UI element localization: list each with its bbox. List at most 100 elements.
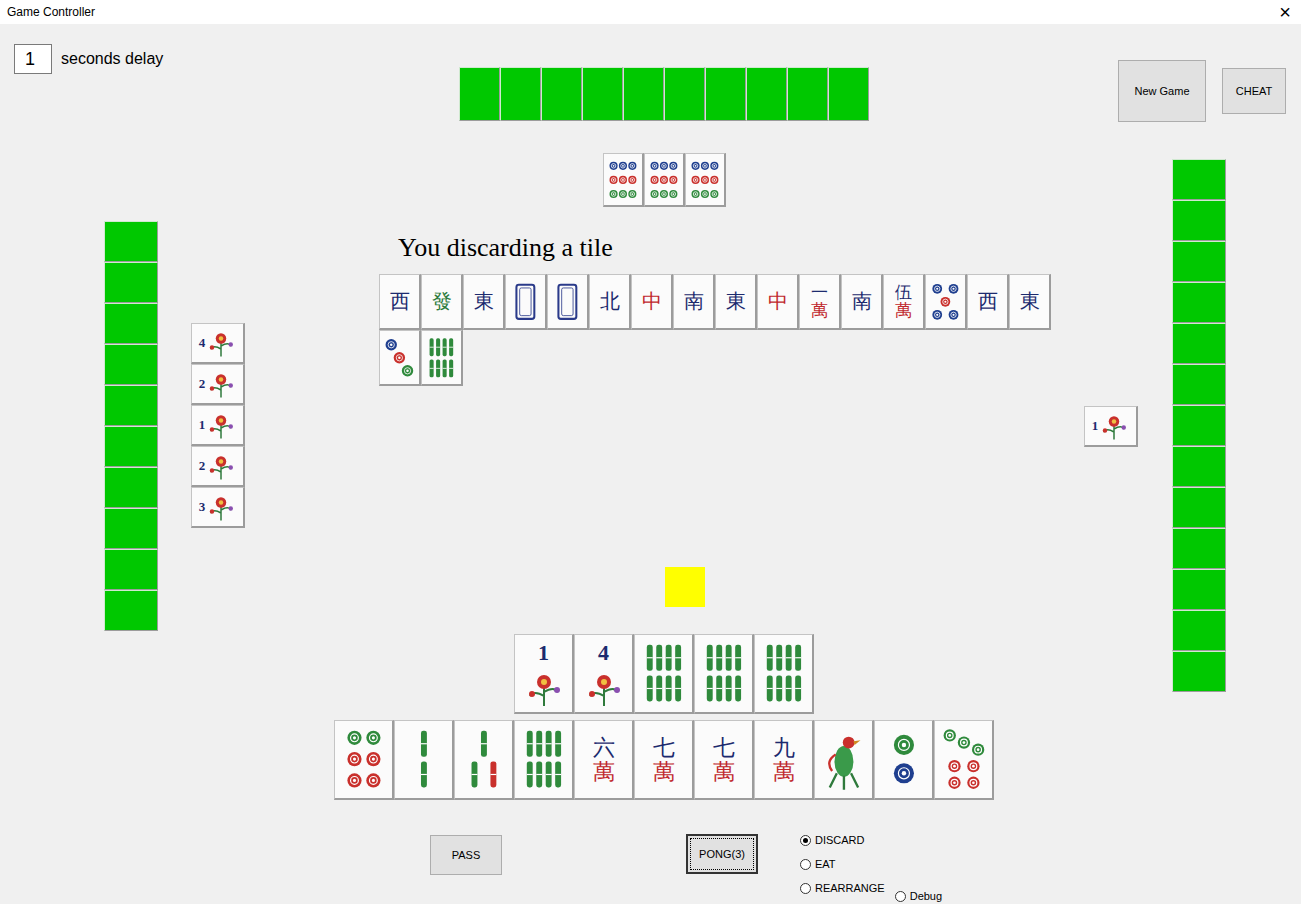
tile[interactable] (334, 720, 394, 800)
dots-icon (880, 726, 928, 792)
dots-icon (929, 279, 962, 325)
tile-glyph: 東 (474, 291, 494, 311)
tile: 東 (715, 274, 757, 330)
radio-circle[interactable] (800, 883, 811, 894)
tile (104, 467, 158, 508)
turn-marker (665, 567, 705, 607)
tile (925, 274, 967, 330)
bamboo-icon (460, 726, 508, 792)
tile (582, 67, 623, 121)
game-window: Game Controller×1seconds delayNew GameCH… (0, 0, 1301, 904)
dots-icon (607, 158, 639, 202)
left-melds: 4 2 1 2 3 (191, 323, 245, 528)
bamboo-icon (425, 335, 458, 381)
tile[interactable]: 九萬 (754, 720, 814, 800)
flower-icon (524, 668, 564, 708)
mode-radio[interactable]: DISCARD (800, 832, 885, 848)
radio-circle[interactable] (895, 891, 906, 902)
tile (1172, 651, 1226, 692)
pong-button[interactable]: PONG(3) (686, 834, 758, 874)
mode-radio[interactable]: Debug (895, 880, 942, 904)
tile[interactable]: 七萬 (634, 720, 694, 800)
bamboo-icon (700, 640, 748, 706)
tile (1172, 200, 1226, 241)
tile: 東 (1009, 274, 1051, 330)
radio-circle[interactable] (800, 859, 811, 870)
status-message: You discarding a tile (398, 233, 613, 263)
tile-glyph: 東 (1020, 291, 1040, 311)
top-concealed (459, 67, 869, 121)
menu-button[interactable]: New Game (1118, 60, 1206, 122)
tile (104, 221, 158, 262)
right-concealed (1172, 159, 1226, 692)
tile-glyph: 北 (600, 291, 620, 311)
tile (634, 634, 694, 714)
tile (104, 385, 158, 426)
flower-number: 4 (199, 335, 206, 351)
tile[interactable] (874, 720, 934, 800)
tile (104, 262, 158, 303)
discard-pile: 西發東北中南東中一萬南伍萬西東 (379, 274, 1051, 386)
pass-button[interactable]: PASS (430, 835, 502, 875)
flower-number: 1 (199, 417, 206, 433)
tile-glyph: 南 (684, 291, 704, 311)
menu-button[interactable]: CHEAT (1222, 68, 1286, 114)
tile[interactable] (454, 720, 514, 800)
tile (1172, 323, 1226, 364)
tile: 南 (673, 274, 715, 330)
tile[interactable]: 六萬 (574, 720, 634, 800)
dots-icon (383, 335, 416, 381)
tile: 2 (191, 364, 245, 405)
tile-suit: 萬 (593, 760, 615, 783)
player-melds: 14 (514, 634, 814, 714)
tile-glyph: 中 (642, 291, 662, 311)
tile: 西 (967, 274, 1009, 330)
mode-radio[interactable]: REARRANGE (800, 880, 885, 896)
tile[interactable]: 七萬 (694, 720, 754, 800)
tile-rank: 六 (593, 736, 615, 759)
flower-number: 3 (199, 499, 206, 515)
tile (694, 634, 754, 714)
tile (828, 67, 869, 121)
tile: 中 (631, 274, 673, 330)
tile: 中 (757, 274, 799, 330)
tile (705, 67, 746, 121)
tile (1172, 241, 1226, 282)
flower-icon (206, 328, 236, 358)
top-buttons: New Game CHEAT (1118, 60, 1286, 122)
tile: 東 (463, 274, 505, 330)
tile: 1 (514, 634, 574, 714)
white-dragon-icon (509, 279, 542, 325)
tile (104, 344, 158, 385)
flower-icon (584, 668, 624, 708)
flower-icon (206, 451, 236, 481)
tile (746, 67, 787, 121)
bamboo-icon (640, 640, 688, 706)
tile[interactable] (934, 720, 994, 800)
tile (104, 508, 158, 549)
tile-rank: 伍 (895, 284, 912, 302)
tile[interactable] (514, 720, 574, 800)
mode-label: Debug (910, 888, 942, 904)
tile-glyph: 西 (390, 291, 410, 311)
tile[interactable] (814, 720, 874, 800)
tile (379, 330, 421, 386)
tile-glyph: 發 (432, 291, 452, 311)
tile (787, 67, 828, 121)
dots-icon (340, 726, 388, 792)
bamboo-icon (520, 726, 568, 792)
flower-number: 1 (538, 640, 549, 666)
character-face: 六萬 (595, 736, 613, 782)
top-melds (603, 153, 726, 207)
tile (104, 303, 158, 344)
flower-number: 2 (199, 458, 206, 474)
mode-radio[interactable]: EAT (800, 856, 885, 872)
close-button[interactable]: × (1279, 2, 1293, 22)
radio-circle[interactable] (800, 835, 811, 846)
tile[interactable] (394, 720, 454, 800)
tile-glyph: 西 (978, 291, 998, 311)
tile-suit: 萬 (713, 760, 735, 783)
flower-face: 3 (192, 488, 243, 526)
delay-input[interactable]: 1 (14, 44, 52, 74)
mode-label: EAT (815, 856, 836, 872)
